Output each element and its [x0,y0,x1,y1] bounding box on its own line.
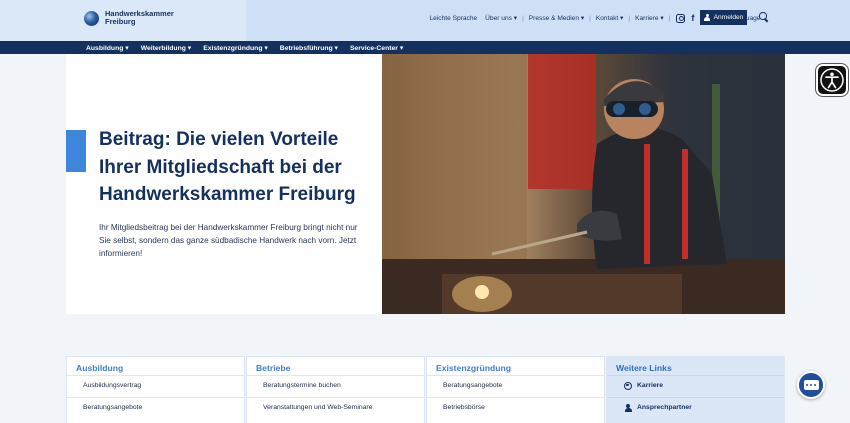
main-nav: Ausbildung ▾ Weiterbildung ▾ Existenzgrü… [0,41,850,54]
hero-accent-bar [66,130,86,172]
card-link-label: Ansprechpartner [637,404,692,411]
card-title[interactable]: Existenzgründung [436,363,511,373]
card-existenzgruendung: Existenzgründung Beratungsangebote Betri… [427,357,604,423]
logo[interactable]: Handwerkskammer Freiburg [84,10,174,26]
accessibility-button[interactable] [816,64,848,96]
utility-presse-medien[interactable]: Presse & Medien ▾ [525,14,588,22]
nav-ausbildung[interactable]: Ausbildung ▾ [80,44,135,52]
nav-service-center[interactable]: Service-Center ▾ [344,44,409,52]
card-weitere-links: Weitere Links Karriere Ansprechpartner [607,357,784,423]
logo-text: Handwerkskammer Freiburg [105,10,174,26]
card-ausbildung: Ausbildung Ausbildungsvertrag Beratungsa… [67,357,244,423]
logo-mark-icon [84,10,99,26]
logo-line-2: Freiburg [105,17,136,26]
top-header: Handwerkskammer Freiburg Leichte Sprache… [0,0,850,41]
person-icon [624,403,632,412]
welder-photo-illustration [382,54,785,314]
utility-ueber-uns[interactable]: Über uns ▾ [481,14,521,22]
nav-weiterbildung[interactable]: Weiterbildung ▾ [135,44,198,52]
hero-text: Ihr Mitgliedsbeitrag bei der Handwerkska… [99,223,358,258]
chat-icon [803,380,819,390]
card-link-label: Karriere [637,382,664,389]
nav-betriebsfuehrung[interactable]: Betriebsführung ▾ [274,44,344,52]
card-link-beratungstermine[interactable]: Beratungstermine buchen [247,375,424,395]
card-link-karriere[interactable]: Karriere [607,375,784,395]
target-icon [624,381,632,390]
login-button[interactable]: Anmelden [700,10,747,25]
card-link-ausbildungsvertrag[interactable]: Ausbildungsvertrag [67,375,244,395]
login-label: Anmelden [713,14,744,21]
search-icon[interactable] [759,12,768,21]
card-title[interactable]: Ausbildung [76,363,123,373]
hero-title[interactable]: Beitrag: Die vielen Vorteile Ihrer Mitgl… [99,126,374,209]
user-icon [704,13,711,22]
instagram-icon[interactable] [676,13,686,23]
card-link-betriebsboerse[interactable]: Betriebsbörse [427,397,604,417]
card-link-veranstaltungen[interactable]: Veranstaltungen und Web-Seminare [247,397,424,417]
accessibility-icon [820,68,844,92]
card-title: Weitere Links [616,363,672,373]
card-link-beratungsangebote[interactable]: Beratungsangebote [67,397,244,417]
utility-karriere[interactable]: Karriere ▾ [631,14,668,22]
card-betriebe: Betriebe Beratungstermine buchen Veranst… [247,357,424,423]
chat-button[interactable] [797,371,825,399]
facebook-icon[interactable]: f [691,13,694,23]
utility-leichte-sprache[interactable]: Leichte Sprache [426,15,482,22]
utility-kontakt[interactable]: Kontakt ▾ [592,14,628,22]
card-link-ansprechpartner[interactable]: Ansprechpartner [607,397,784,417]
card-link-beratungsangebote[interactable]: Beratungsangebote [427,375,604,395]
hero-photo [382,54,785,314]
nav-existenzgruendung[interactable]: Existenzgründung ▾ [197,44,274,52]
card-title[interactable]: Betriebe [256,363,290,373]
